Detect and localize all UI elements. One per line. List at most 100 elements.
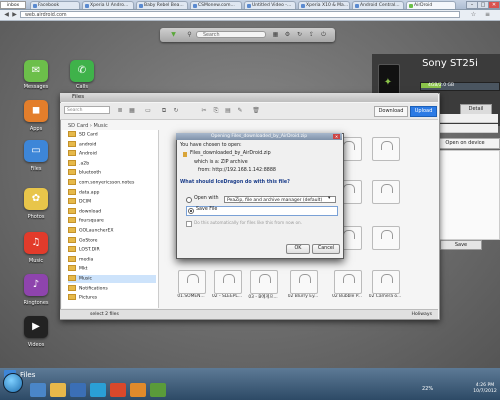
browser-tab[interactable]: Android Central... xyxy=(352,1,404,9)
ringtone-icon[interactable]: ♪ xyxy=(24,274,48,296)
music-file-icon[interactable] xyxy=(372,180,400,204)
tree-item-label: Notifications xyxy=(79,286,108,292)
new-folder-icon[interactable]: ▭ xyxy=(144,107,152,114)
list-view-icon[interactable]: ≣ xyxy=(116,107,124,114)
tree-item[interactable]: .a2b xyxy=(68,159,89,168)
browser-tab-active[interactable]: AirDroid xyxy=(406,1,456,9)
music-file-icon[interactable] xyxy=(178,270,206,294)
music-icon[interactable]: ♫ xyxy=(24,232,48,254)
upload-icon[interactable]: ⇪ xyxy=(308,31,315,38)
music-file-icon[interactable] xyxy=(214,270,242,294)
cancel-button[interactable]: Cancel xyxy=(312,244,340,254)
files-window-titlebar[interactable] xyxy=(60,93,438,102)
firefox-icon[interactable] xyxy=(130,383,146,397)
browser-tab[interactable]: CSMonew.com... xyxy=(190,1,242,9)
photos-icon[interactable]: ✿ xyxy=(24,188,48,210)
gear-icon[interactable]: ⚙ xyxy=(284,31,291,38)
start-button[interactable] xyxy=(3,373,23,393)
tree-item[interactable]: LOST.DIR xyxy=(68,246,100,254)
forward-icon[interactable]: ▶ xyxy=(11,11,18,18)
tree-item[interactable]: foursquare xyxy=(68,217,104,225)
music-file-icon[interactable] xyxy=(372,270,400,294)
tree-item-label: LOST.DIR xyxy=(79,247,100,253)
airdroid-logo-icon: ▼ xyxy=(171,31,176,38)
tree-item[interactable]: Android xyxy=(68,150,97,158)
save-button[interactable]: Save xyxy=(440,240,482,250)
music-file-icon[interactable] xyxy=(372,226,400,250)
music-file-icon[interactable] xyxy=(290,270,318,294)
open-on-device-button[interactable]: Open on device xyxy=(430,138,500,149)
open-with-radio[interactable] xyxy=(186,197,192,203)
selection-status: select 2 files xyxy=(90,312,119,317)
chevron-down-icon[interactable]: ▾ xyxy=(328,196,330,202)
browser-tab[interactable]: Xperia X10 & Ma... xyxy=(298,1,350,9)
menu-icon[interactable]: ≡ xyxy=(484,11,491,18)
save-file-radio[interactable] xyxy=(188,208,194,214)
folder-icon[interactable]: ▭ xyxy=(24,140,48,162)
star-icon[interactable]: ☆ xyxy=(470,11,477,18)
rename-icon[interactable]: ✎ xyxy=(236,107,244,114)
tree-item[interactable]: Pictures xyxy=(68,294,97,302)
refresh-icon[interactable]: ↻ xyxy=(296,31,303,38)
browser-tab[interactable]: Xperia U Andro... xyxy=(82,1,134,9)
tree-item[interactable]: Notifications xyxy=(68,284,108,293)
messages-icon[interactable]: ✉ xyxy=(24,60,48,82)
ok-button[interactable]: OK xyxy=(286,244,310,254)
skype-icon[interactable] xyxy=(90,383,106,397)
gmail-tab[interactable]: inbox xyxy=(0,1,26,9)
tree-item[interactable]: android xyxy=(68,140,97,149)
delete-icon[interactable]: 🗑 xyxy=(252,107,260,114)
music-file-icon[interactable] xyxy=(372,137,400,161)
tree-item[interactable]: DCIM xyxy=(68,198,91,206)
dialog-question: What should IceDragon do with this file? xyxy=(180,180,290,185)
media-icon[interactable] xyxy=(110,383,126,397)
apps-icon[interactable]: ◼ xyxy=(24,100,48,122)
folder-icon xyxy=(68,150,76,157)
tree-item[interactable]: data.app xyxy=(68,188,99,197)
paste-icon[interactable]: ▤ xyxy=(224,107,232,114)
grid-icon[interactable]: ▦ xyxy=(272,31,279,38)
tree-item[interactable]: download xyxy=(68,207,101,216)
cut-icon[interactable]: ✂ xyxy=(200,107,208,114)
auto-checkbox[interactable] xyxy=(186,221,192,227)
power-icon[interactable]: ⏻ xyxy=(320,31,327,38)
copy-icon[interactable]: ⧉ xyxy=(160,107,168,114)
browser-tab[interactable]: Untitled Video -... xyxy=(244,1,296,9)
upload-button[interactable]: Upload xyxy=(410,106,437,117)
search-input[interactable]: Search xyxy=(196,31,266,38)
close-button[interactable]: ✕ xyxy=(488,1,500,9)
folder-icon xyxy=(68,217,76,224)
tree-item[interactable]: media xyxy=(68,255,93,264)
explorer-icon[interactable] xyxy=(50,383,66,397)
url-input[interactable]: web.airdroid.com xyxy=(20,11,460,18)
back-icon[interactable]: ◀ xyxy=(3,11,10,18)
grid-view-icon[interactable]: ▦ xyxy=(128,107,136,114)
application-select[interactable]: PeaZip, file and archive manager (defaul… xyxy=(224,196,336,203)
phone-icon[interactable]: ✆ xyxy=(70,60,94,82)
tree-item[interactable]: com.sonyericsson.notes xyxy=(68,179,134,187)
dialog-intro: You have chosen to open: xyxy=(180,143,242,148)
copy-icon[interactable]: ⎘ xyxy=(212,107,220,114)
tree-item-label: android xyxy=(79,142,97,148)
folder-icon xyxy=(68,207,76,214)
download-button[interactable]: Download xyxy=(374,106,408,117)
tree-item[interactable]: GoStore xyxy=(68,236,98,245)
music-file-icon[interactable] xyxy=(334,270,362,294)
desktop-label: Apps xyxy=(29,126,43,132)
video-icon[interactable]: ▶ xyxy=(24,316,48,338)
app-icon[interactable] xyxy=(150,383,166,397)
tree-item[interactable]: GOLauncherEX xyxy=(68,227,114,235)
tree-item[interactable]: SD Card xyxy=(68,131,98,139)
tree-item[interactable]: Music xyxy=(68,275,156,283)
ie-icon[interactable] xyxy=(30,383,46,397)
browser-tab[interactable]: Baby Rebel Bea... xyxy=(136,1,188,9)
refresh-icon[interactable]: ↻ xyxy=(172,107,180,114)
tree-item-label: Mkt xyxy=(79,266,88,272)
music-file-icon[interactable] xyxy=(250,270,278,294)
files-search-input[interactable]: Search xyxy=(64,106,110,114)
browser-tab[interactable]: Facebook xyxy=(30,1,80,9)
close-icon[interactable]: ✕ xyxy=(333,134,340,139)
tree-item[interactable]: bluetooth xyxy=(68,169,101,177)
browser-icon[interactable] xyxy=(70,383,86,397)
tree-item[interactable]: Mkt xyxy=(68,265,87,273)
